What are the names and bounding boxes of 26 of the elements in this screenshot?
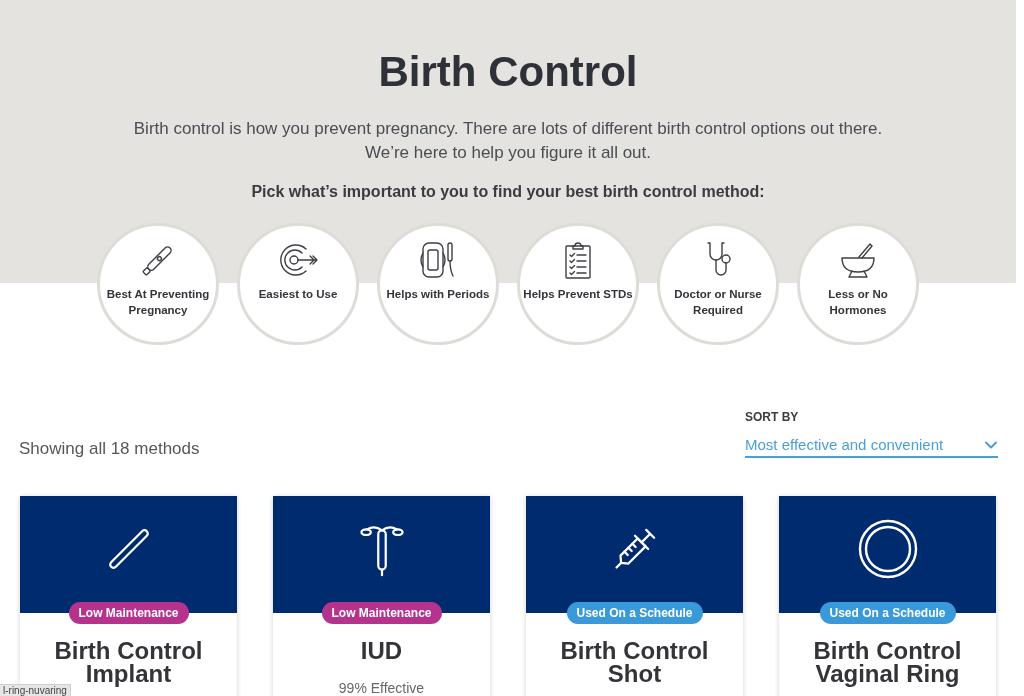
filter-button[interactable]: Easiest to Use <box>237 223 359 345</box>
category-badge: Used On a Schedule <box>819 602 956 624</box>
chevron-down-icon <box>985 441 997 449</box>
filter-button[interactable]: Less or No Hormones <box>797 223 919 345</box>
page-title: Birth Control <box>378 47 638 97</box>
card-title: IUD <box>359 639 404 662</box>
filter-prompt: Pick what’s important to you to find your best birth control method: <box>251 182 765 202</box>
card-title: Birth Control Shot <box>559 639 710 685</box>
method-card[interactable]: Used On a Schedule Birth Control Vaginal Ring <box>779 496 996 696</box>
filter-button[interactable]: Helps Prevent STDs <box>517 223 639 345</box>
effectiveness-text: 99% Effective <box>337 681 426 695</box>
results-count: Showing all 18 methods <box>19 438 200 460</box>
filter-button[interactable]: Best At Preventing Pregnancy <box>97 223 219 345</box>
status-url-tooltip: l-ring-nuvaring <box>0 684 71 696</box>
category-badge: Used On a Schedule <box>566 602 703 624</box>
filter-button[interactable]: Doctor or Nurse Required <box>657 223 779 345</box>
sort-label: SORT BY <box>745 409 799 425</box>
method-card[interactable]: Low Maintenance IUD 99% Effective <box>273 496 490 696</box>
card-title: Birth Control Vaginal Ring <box>812 639 963 685</box>
intro-text: Birth control is how you prevent pregnancy. There are lots of different birth control options out there. We’re here to help you figure it all out. <box>132 118 884 164</box>
category-badge: Low Maintenance <box>68 602 189 624</box>
category-badge: Low Maintenance <box>321 602 442 624</box>
method-card[interactable]: Used On a Schedule Birth Control Shot <box>526 496 743 696</box>
ring-icon <box>857 518 918 579</box>
filter-button[interactable]: Helps with Periods <box>377 223 499 345</box>
card-title: Birth Control Implant <box>54 639 204 685</box>
